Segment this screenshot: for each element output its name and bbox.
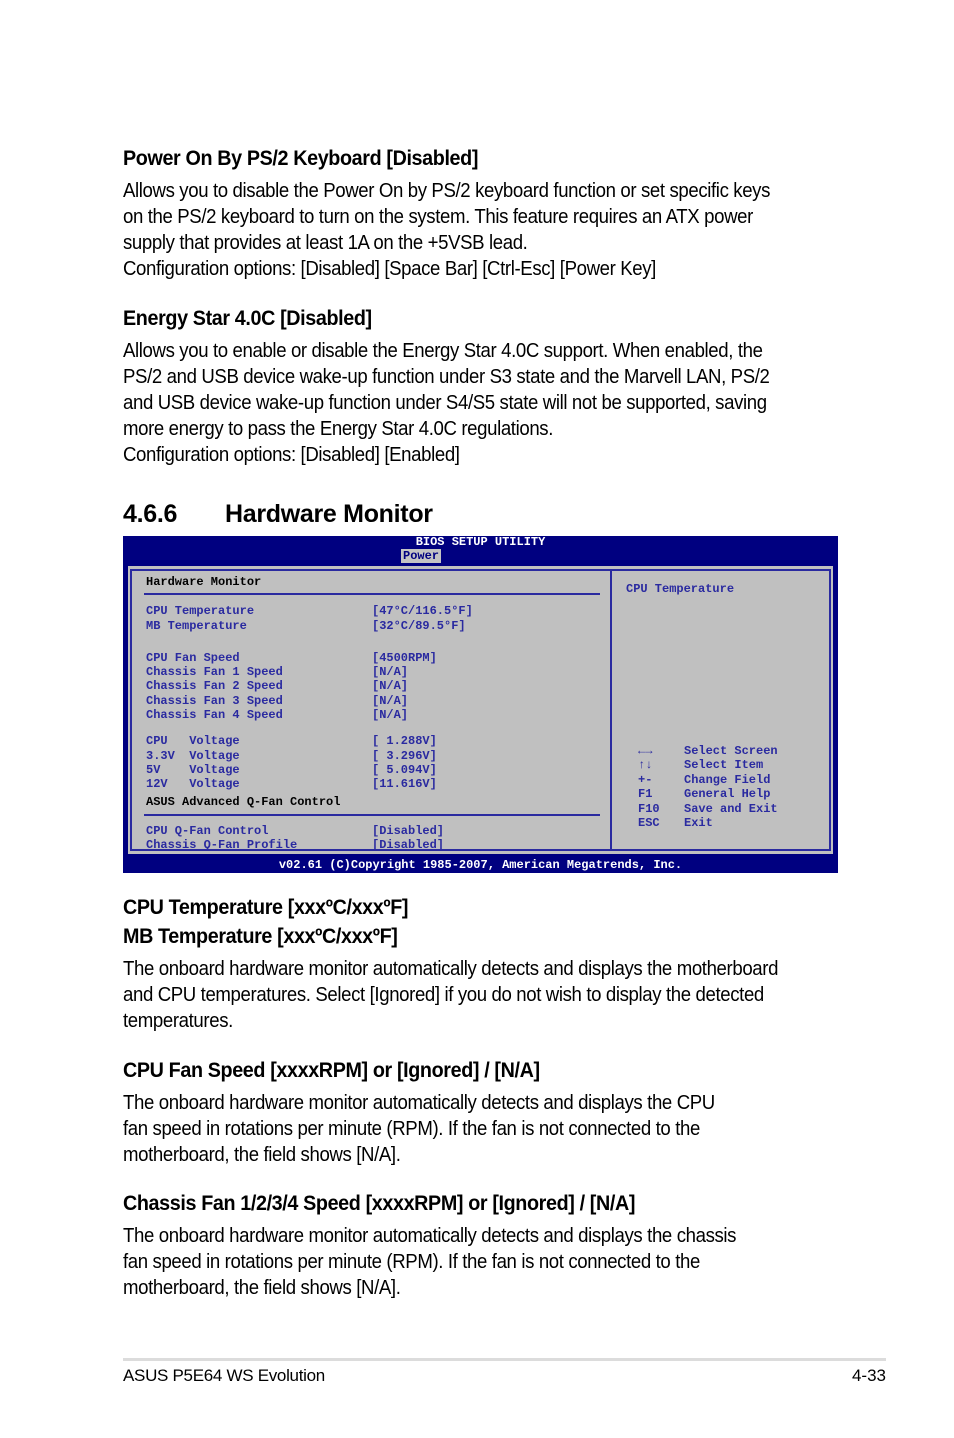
arrow-left-right-icon: ←→	[638, 744, 653, 758]
bios-key-desc: Save and Exit	[684, 802, 778, 816]
bios-item-label[interactable]: MB Temperature	[146, 619, 247, 633]
arrow-up-down-icon: ↑↓	[638, 758, 653, 772]
paragraph-line: The onboard hardware monitor automatical…	[123, 1092, 715, 1114]
bios-key: +-	[638, 773, 653, 787]
bios-item-label[interactable]: CPU Voltage	[146, 734, 240, 748]
footer-divider	[123, 1358, 886, 1361]
bios-item-label[interactable]: CPU Temperature	[146, 604, 254, 618]
footer-product-name: ASUS P5E64 WS Evolution	[123, 1366, 325, 1385]
bios-item-label[interactable]: 12V Voltage	[146, 777, 240, 791]
section-number: 4.6.6	[123, 500, 178, 528]
bios-help-title: CPU Temperature	[626, 582, 735, 596]
bios-item-value[interactable]: [ 5.094V]	[372, 763, 437, 777]
bios-key: F1	[638, 787, 653, 801]
section-title-text: Hardware Monitor	[225, 500, 433, 528]
paragraph-line: motherboard, the field shows [N/A].	[123, 1277, 401, 1299]
bios-item-value[interactable]: [11.616V]	[372, 777, 437, 791]
paragraph-line: PS/2 and USB device wake-up function und…	[123, 366, 770, 388]
bios-inner-frame: Hardware Monitor CPU Temperature [47°C/1…	[130, 569, 831, 852]
paragraph-line: more energy to pass the Energy Star 4.0C…	[123, 418, 554, 440]
section-heading: Power On By PS/2 Keyboard [Disabled]	[123, 147, 479, 170]
bios-help-panel: CPU Temperature ←→ Select Screen ↑↓ Sele…	[612, 571, 829, 849]
bios-screenshot: BIOS SETUP UTILITY Power Hardware Monito…	[123, 536, 838, 873]
paragraph-line: Allows you to enable or disable the Ener…	[123, 340, 763, 362]
paragraph-line: on the PS/2 keyboard to turn on the syst…	[123, 206, 753, 228]
bios-item-label[interactable]: CPU Q-Fan Control	[146, 824, 268, 838]
bios-key-desc: Select Screen	[684, 744, 778, 758]
section-power-on-ps2: Power On By PS/2 Keyboard [Disabled] All…	[123, 144, 843, 282]
paragraph-line: Configuration options: [Disabled] [Enabl…	[123, 444, 460, 466]
section-heading: CPU Fan Speed [xxxxRPM] or [Ignored] / […	[123, 1059, 540, 1082]
bios-key: F10	[638, 802, 660, 816]
bios-item-value[interactable]: [4500RPM]	[372, 651, 437, 665]
bios-separator	[144, 593, 600, 595]
bios-title: BIOS SETUP UTILITY	[415, 535, 546, 549]
bios-item-label[interactable]: 5V Voltage	[146, 763, 240, 777]
bios-item-label[interactable]: Chassis Fan 2 Speed	[146, 679, 283, 693]
section-energy-star: Energy Star 4.0C [Disabled] Allows you t…	[123, 304, 843, 468]
paragraph-line: and USB device wake-up function under S4…	[123, 392, 767, 414]
bios-key-desc: General Help	[684, 787, 771, 801]
paragraph-line: motherboard, the field shows [N/A].	[123, 1144, 401, 1166]
bios-tab-power[interactable]: Power	[401, 549, 442, 563]
section-chassis-fan-speed: Chassis Fan 1/2/3/4 Speed [xxxxRPM] or […	[123, 1189, 843, 1301]
bios-item-value[interactable]: [Disabled]	[372, 838, 444, 852]
bios-item-value[interactable]: [N/A]	[372, 708, 408, 722]
bios-item-label[interactable]: CPU Fan Speed	[146, 651, 240, 665]
bios-left-panel: Hardware Monitor CPU Temperature [47°C/1…	[132, 571, 612, 852]
section-title-hardware-monitor: 4.6.6 Hardware Monitor	[123, 500, 433, 529]
bios-key-desc: Select Item	[684, 758, 764, 772]
paragraph-line: Allows you to disable the Power On by PS…	[123, 180, 771, 202]
paragraph-line: The onboard hardware monitor automatical…	[123, 958, 779, 980]
bios-item-value[interactable]: [47°C/116.5°F]	[372, 604, 473, 618]
bios-item-value[interactable]: [N/A]	[372, 679, 408, 693]
paragraph-line: and CPU temperatures. Select [Ignored] i…	[123, 984, 764, 1006]
bios-key-desc: Exit	[684, 816, 713, 830]
bios-key: ESC	[638, 816, 660, 830]
bios-key-desc: Change Field	[684, 773, 771, 787]
paragraph-line: supply that provides at least 1A on the …	[123, 232, 528, 254]
bios-item-value[interactable]: [Disabled]	[372, 824, 444, 838]
section-heading: Chassis Fan 1/2/3/4 Speed [xxxxRPM] or […	[123, 1192, 636, 1215]
paragraph-line: Configuration options: [Disabled] [Space…	[123, 258, 656, 280]
bios-separator	[144, 814, 600, 816]
bios-item-label[interactable]: 3.3V Voltage	[146, 749, 240, 763]
paragraph-line: fan speed in rotations per minute (RPM).…	[123, 1118, 700, 1140]
section-temperature: CPU Temperature [xxxºC/xxxºF] MB Tempera…	[123, 893, 843, 1034]
section-heading: CPU Temperature [xxxºC/xxxºF]	[123, 896, 409, 919]
section-heading: Energy Star 4.0C [Disabled]	[123, 307, 372, 330]
bios-item-value[interactable]: [N/A]	[372, 694, 408, 708]
bios-copyright: v02.61 (C)Copyright 1985-2007, American …	[278, 858, 683, 872]
bios-item-value[interactable]: [ 1.288V]	[372, 734, 437, 748]
bios-item-label[interactable]: Chassis Fan 4 Speed	[146, 708, 283, 722]
section-heading: MB Temperature [xxxºC/xxxºF]	[123, 925, 398, 948]
bios-frame: Hardware Monitor CPU Temperature [47°C/1…	[126, 564, 835, 856]
paragraph-line: temperatures.	[123, 1010, 233, 1032]
bios-item-value[interactable]: [N/A]	[372, 665, 408, 679]
paragraph-line: The onboard hardware monitor automatical…	[123, 1225, 737, 1247]
bios-panel-title: Hardware Monitor	[146, 575, 262, 589]
bios-qfan-header: ASUS Advanced Q-Fan Control	[146, 795, 341, 809]
paragraph-line: fan speed in rotations per minute (RPM).…	[123, 1251, 700, 1273]
bios-item-value[interactable]: [ 3.296V]	[372, 749, 437, 763]
bios-item-label[interactable]: Chassis Q-Fan Profile	[146, 838, 297, 852]
bios-item-label[interactable]: Chassis Fan 1 Speed	[146, 665, 283, 679]
section-cpu-fan-speed: CPU Fan Speed [xxxxRPM] or [Ignored] / […	[123, 1056, 843, 1168]
bios-item-value[interactable]: [32°C/89.5°F]	[372, 619, 466, 633]
footer-page-number: 4-33	[851, 1366, 886, 1385]
bios-item-label[interactable]: Chassis Fan 3 Speed	[146, 694, 283, 708]
